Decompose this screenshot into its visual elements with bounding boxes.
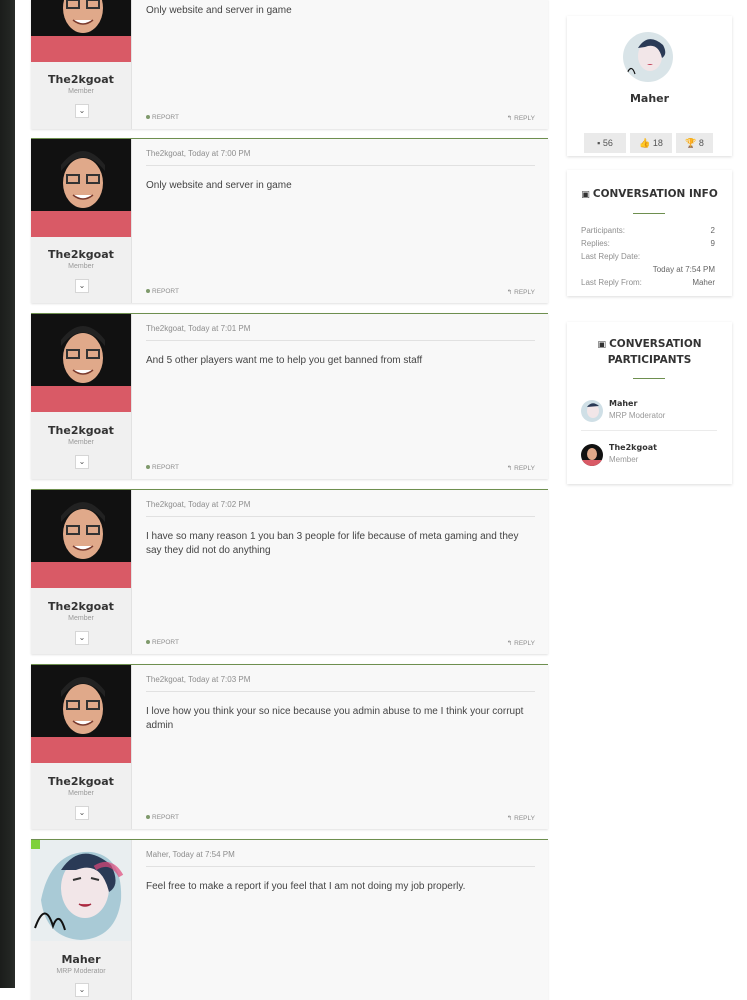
report-icon <box>146 289 150 294</box>
reply-link[interactable]: ↰ REPLY <box>507 114 535 122</box>
last-reply-date-value: Today at 7:54 PM <box>652 265 715 274</box>
conversation-info-widget: ▣ CONVERSATION INFO Participants: 2 Repli… <box>567 170 732 296</box>
participant-role: MRP Moderator <box>609 411 666 420</box>
avatar[interactable] <box>31 665 131 763</box>
message-meta[interactable]: The2kgoat, Today at 7:03 PM <box>146 675 535 692</box>
report-icon <box>146 815 150 820</box>
chevron-down-icon[interactable]: ⌄ <box>75 983 89 997</box>
user-role: Member <box>68 263 94 270</box>
reply-link[interactable]: ↰ REPLY <box>507 639 535 647</box>
message-user-panel: The2kgoat Member ⌄ <box>31 139 132 303</box>
message-text: Feel free to make a report if you feel t… <box>146 881 466 892</box>
user-name[interactable]: The2kgoat <box>31 775 131 788</box>
report-link[interactable]: REPORT <box>146 288 179 295</box>
message-meta[interactable]: Maher, Today at 7:54 PM <box>146 850 535 867</box>
chevron-down-icon[interactable]: ⌄ <box>75 455 89 469</box>
user-name[interactable]: The2kgoat <box>31 424 131 437</box>
message-content: The2kgoat, Today at 7:01 PM And 5 other … <box>146 314 535 479</box>
likes-stat[interactable]: 👍 18 <box>630 133 672 153</box>
trophies-stat[interactable]: 🏆 8 <box>676 133 713 153</box>
last-reply-from-row: Last Reply From: Maher <box>581 278 715 287</box>
message: The2kgoat Member ⌄ The2kgoat, Today at 7… <box>31 489 548 654</box>
participant-name[interactable]: Maher <box>609 399 637 408</box>
user-name[interactable]: The2kgoat <box>31 73 131 86</box>
conversation-info-title: ▣ CONVERSATION INFO <box>581 188 718 200</box>
separator <box>633 378 665 379</box>
message-text: Only website and server in game <box>146 180 292 191</box>
message: The2kgoat Member ⌄ The2kgoat, Today at 7… <box>31 313 548 479</box>
user-role: MRP Moderator <box>56 968 106 975</box>
message: Maher MRP Moderator ⌄ Maher, Today at 7:… <box>31 839 548 1000</box>
message-content: The2kgoat, Today at 7:03 PM I love how y… <box>146 665 535 829</box>
avatar[interactable] <box>31 840 131 941</box>
user-role: Member <box>68 615 94 622</box>
info-icon: ▣ <box>581 190 593 200</box>
report-link[interactable]: REPORT <box>146 814 179 821</box>
report-icon <box>146 640 150 645</box>
reply-link[interactable]: ↰ REPLY <box>507 288 535 296</box>
participant-item[interactable]: The2kgoat Member <box>581 442 717 472</box>
message: The2kgoat Member ⌄ The2kgoat, Today at 7… <box>31 138 548 303</box>
report-icon <box>146 465 150 470</box>
message-content: The2kgoat, Today at 7:02 PM I have so ma… <box>146 490 535 654</box>
message-content: Only website and server in game REPORT ↰… <box>146 0 535 129</box>
report-link[interactable]: REPORT <box>146 114 179 121</box>
participants-title: ▣ CONVERSATION PARTICIPANTS <box>597 338 702 366</box>
participant-avatar <box>581 400 603 422</box>
trophy-icon: 🏆 <box>685 138 699 148</box>
report-link[interactable]: REPORT <box>146 639 179 646</box>
participants-row: Participants: 2 <box>581 226 715 235</box>
report-icon <box>146 115 150 120</box>
avatar[interactable] <box>31 314 131 412</box>
message-meta[interactable]: The2kgoat, Today at 7:00 PM <box>146 149 535 166</box>
message-user-panel: The2kgoat Member ⌄ <box>31 314 132 479</box>
message-content: The2kgoat, Today at 7:00 PM Only website… <box>146 139 535 303</box>
message: The2kgoat Member ⌄ Only website and serv… <box>31 0 548 129</box>
reply-link[interactable]: ↰ REPLY <box>507 814 535 822</box>
message-user-panel: The2kgoat Member ⌄ <box>31 0 132 129</box>
participant-avatar <box>581 444 603 466</box>
message-user-panel: The2kgoat Member ⌄ <box>31 665 132 829</box>
message-text: And 5 other players want me to help you … <box>146 355 423 366</box>
message-meta[interactable]: The2kgoat, Today at 7:01 PM <box>146 324 535 341</box>
messages-stat[interactable]: ▪ 56 <box>584 133 626 153</box>
message-text: I love how you think your so nice becaus… <box>146 706 524 731</box>
user-role: Member <box>68 439 94 446</box>
message-user-panel: Maher MRP Moderator ⌄ <box>31 840 132 1000</box>
report-link[interactable]: REPORT <box>146 464 179 471</box>
avatar[interactable] <box>31 139 131 237</box>
participant-item[interactable]: Maher MRP Moderator <box>581 398 717 431</box>
user-name[interactable]: Maher <box>31 953 131 966</box>
message-user-panel: The2kgoat Member ⌄ <box>31 490 132 654</box>
message: The2kgoat Member ⌄ The2kgoat, Today at 7… <box>31 664 548 829</box>
info-icon: ▣ <box>597 340 610 350</box>
profile-widget: Maher ▪ 56 👍 18 🏆 8 <box>567 16 732 156</box>
user-name[interactable]: The2kgoat <box>31 600 131 613</box>
user-name[interactable]: The2kgoat <box>31 248 131 261</box>
chevron-down-icon[interactable]: ⌄ <box>75 104 89 118</box>
reply-link[interactable]: ↰ REPLY <box>507 464 535 472</box>
profile-avatar[interactable] <box>623 32 673 82</box>
chevron-down-icon[interactable]: ⌄ <box>75 631 89 645</box>
chevron-down-icon[interactable]: ⌄ <box>75 279 89 293</box>
avatar[interactable] <box>31 0 131 62</box>
chevron-down-icon[interactable]: ⌄ <box>75 806 89 820</box>
user-role: Member <box>68 88 94 95</box>
background-strip <box>0 0 15 988</box>
user-role: Member <box>68 790 94 797</box>
participant-name[interactable]: The2kgoat <box>609 443 657 452</box>
replies-row: Replies: 9 <box>581 239 715 248</box>
avatar[interactable] <box>31 490 131 588</box>
message-meta[interactable]: The2kgoat, Today at 7:02 PM <box>146 500 535 517</box>
message-text: I have so many reason 1 you ban 3 people… <box>146 531 519 556</box>
last-reply-date-label: Last Reply Date: <box>581 252 641 261</box>
separator <box>633 213 665 214</box>
thumbs-up-icon: 👍 <box>639 138 653 148</box>
participant-role: Member <box>609 455 639 464</box>
message-content: Maher, Today at 7:54 PM Feel free to mak… <box>146 840 535 1000</box>
profile-name[interactable]: Maher <box>567 92 732 105</box>
participants-widget: ▣ CONVERSATION PARTICIPANTS Maher MRP Mo… <box>567 322 732 484</box>
message-text: Only website and server in game <box>146 5 292 16</box>
last-reply-user-link[interactable]: Maher <box>692 278 715 287</box>
